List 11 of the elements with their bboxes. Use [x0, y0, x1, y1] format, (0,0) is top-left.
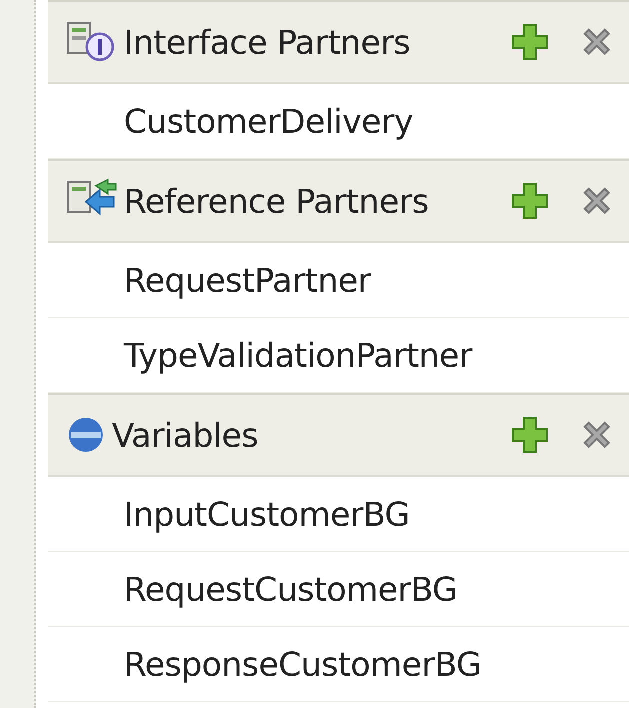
section-title: Variables	[112, 416, 260, 454]
add-button[interactable]	[511, 23, 549, 61]
add-button[interactable]	[511, 182, 549, 220]
section-title: Interface Partners	[124, 22, 412, 62]
list-item[interactable]: ResponseCustomerBG	[48, 627, 629, 702]
list-item[interactable]: RequestPartner	[48, 243, 629, 318]
add-button[interactable]	[511, 416, 549, 454]
section-title: Reference Partners	[124, 182, 430, 220]
variables-icon	[66, 415, 106, 455]
list-item[interactable]: InputCustomerBG	[48, 477, 629, 552]
list-item[interactable]: RequestCustomerBG	[48, 552, 629, 627]
